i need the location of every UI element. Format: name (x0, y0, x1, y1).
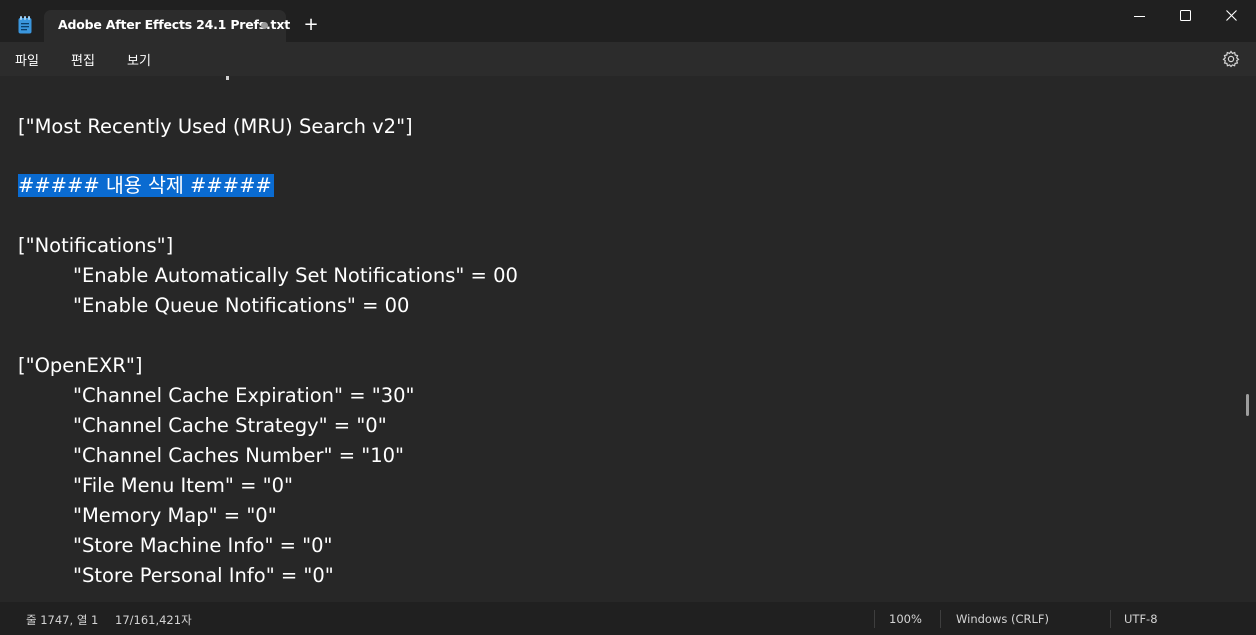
unsaved-dot-icon[interactable] (261, 22, 268, 29)
document-tab[interactable]: Adobe After Effects 24.1 Prefs.txt (44, 10, 290, 42)
encoding[interactable]: UTF-8 (1124, 612, 1158, 626)
status-divider (874, 610, 875, 628)
editor-line: "Channel Cache Strategy" = "0" (73, 414, 387, 437)
close-button[interactable] (1209, 0, 1255, 32)
new-tab-button[interactable]: + (300, 14, 322, 36)
editor-line: "Channel Caches Number" = "10" (73, 444, 405, 467)
status-bar: 줄 1747, 열 1 17/161,421자 100% Windows (CR… (0, 602, 1256, 635)
maximize-icon (1180, 10, 1191, 21)
editor-line: "Enable Automatically Set Notifications"… (73, 264, 518, 287)
character-count: 17/161,421자 (115, 613, 192, 627)
menu-view[interactable]: 보기 (127, 50, 151, 69)
editor-line: ["Most Recently Used (MRU) Search v2"] (18, 115, 413, 138)
close-icon (1226, 10, 1237, 21)
tab-title: Adobe After Effects 24.1 Prefs.txt (58, 17, 290, 32)
settings-button[interactable] (1222, 50, 1240, 68)
maximize-button[interactable] (1163, 0, 1209, 32)
zoom-level[interactable]: 100% (889, 612, 922, 626)
title-bar: Adobe After Effects 24.1 Prefs.txt + (0, 0, 1256, 42)
vertical-scrollbar-thumb[interactable] (1246, 394, 1249, 416)
menu-edit[interactable]: 편집 (71, 50, 95, 69)
editor-line: "Channel Cache Expiration" = "30" (73, 384, 415, 407)
editor-line: "Store Personal Info" = "0" (73, 564, 334, 587)
minimize-icon (1134, 16, 1145, 17)
menu-bar: 파일 편집 보기 (0, 42, 1256, 76)
editor-line-selected: ##### 내용 삭제 ##### (18, 173, 274, 199)
editor-line: "Memory Map" = "0" (73, 504, 277, 527)
notepad-app-icon (18, 16, 32, 34)
clipped-line-fragment (226, 76, 229, 80)
text-editor[interactable]: ["Most Recently Used (MRU) Search v2"] #… (0, 76, 1256, 602)
line-ending[interactable]: Windows (CRLF) (956, 612, 1049, 626)
status-divider (1110, 610, 1111, 628)
editor-line: ["OpenEXR"] (18, 354, 143, 377)
text-selection: ##### 내용 삭제 ##### (18, 174, 274, 197)
cursor-position: 줄 1747, 열 1 (26, 613, 99, 627)
editor-line: ["Notifications"] (18, 234, 174, 257)
editor-line: "File Menu Item" = "0" (73, 474, 293, 497)
minimize-button[interactable] (1117, 0, 1163, 32)
status-divider (940, 610, 941, 628)
editor-line: "Store Machine Info" = "0" (73, 534, 333, 557)
menu-file[interactable]: 파일 (15, 50, 39, 69)
editor-line: "Enable Queue Notifications" = 00 (73, 294, 410, 317)
gear-icon (1222, 50, 1240, 68)
